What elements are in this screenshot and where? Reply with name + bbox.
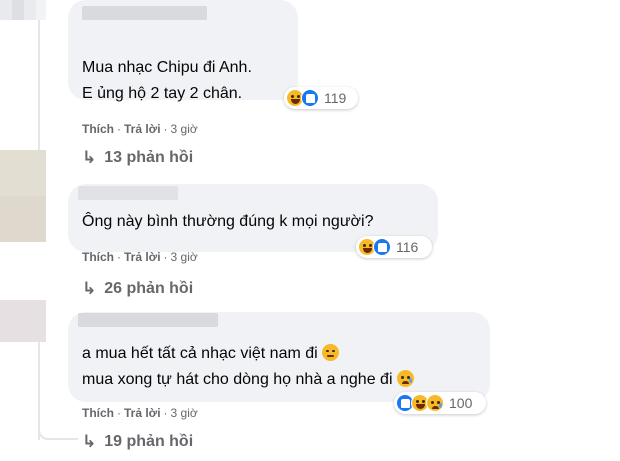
timestamp[interactable]: 3 giờ bbox=[171, 406, 198, 420]
view-replies-link[interactable]: ↳ 19 phản hồi bbox=[82, 432, 193, 452]
comment-actions: Thích · Trả lời · 3 giờ bbox=[82, 250, 198, 264]
comment-text-line: a mua hết tất cả nhạc việt nam đi bbox=[82, 344, 339, 364]
comment-text-line: Ông này bình thường đúng k mọi người? bbox=[82, 213, 374, 230]
reaction-summary[interactable]: 119 bbox=[284, 87, 358, 109]
comment-text: a mua hết tất cả nhạc việt nam đi bbox=[82, 345, 318, 362]
comment-text: mua xong tự hát cho dòng họ nhà a nghe đ… bbox=[82, 371, 393, 388]
reaction-count: 116 bbox=[396, 239, 419, 255]
author-name-blurred[interactable] bbox=[78, 313, 218, 327]
reply-link[interactable]: Trả lời bbox=[124, 250, 161, 264]
reply-arrow-icon: ↳ bbox=[82, 279, 97, 298]
thread-line bbox=[38, 0, 40, 150]
reaction-count: 119 bbox=[324, 90, 347, 106]
reply-arrow-icon: ↳ bbox=[82, 432, 97, 451]
reaction-summary[interactable]: 100 bbox=[394, 392, 486, 414]
replies-count-label: 26 phản hồi bbox=[104, 280, 194, 297]
comment-text-line: Mua nhạc Chipu đi Anh. bbox=[82, 59, 252, 76]
like-icon bbox=[301, 89, 319, 107]
avatar[interactable] bbox=[0, 150, 46, 242]
reaction-summary[interactable]: 116 bbox=[356, 236, 432, 258]
timestamp[interactable]: 3 giờ bbox=[171, 250, 198, 264]
like-link[interactable]: Thích bbox=[82, 122, 114, 136]
like-icon bbox=[373, 238, 391, 256]
avatar[interactable] bbox=[0, 300, 46, 342]
view-replies-link[interactable]: ↳ 13 phản hồi bbox=[82, 148, 193, 168]
comment-text-line: E ủng hộ 2 tay 2 chân. bbox=[82, 85, 243, 102]
reply-link[interactable]: Trả lời bbox=[124, 406, 161, 420]
comment-text-line: mua xong tự hát cho dòng họ nhà a nghe đ… bbox=[82, 370, 414, 390]
reply-arrow-icon: ↳ bbox=[82, 148, 97, 167]
author-name-blurred[interactable] bbox=[82, 6, 207, 20]
like-link[interactable]: Thích bbox=[82, 250, 114, 264]
avatar[interactable] bbox=[0, 0, 46, 20]
reply-link[interactable]: Trả lời bbox=[124, 122, 161, 136]
thread-corner bbox=[38, 420, 78, 440]
sad-tear-face-icon bbox=[396, 370, 414, 387]
timestamp[interactable]: 3 giờ bbox=[171, 122, 198, 136]
disappointed-face-icon bbox=[321, 344, 339, 361]
like-link[interactable]: Thích bbox=[82, 406, 114, 420]
view-replies-link[interactable]: ↳ 26 phản hồi bbox=[82, 279, 193, 299]
sad-icon bbox=[426, 394, 444, 412]
reaction-count: 100 bbox=[449, 395, 473, 411]
replies-count-label: 19 phản hồi bbox=[104, 433, 194, 450]
replies-count-label: 13 phản hồi bbox=[104, 149, 194, 166]
author-name-blurred[interactable] bbox=[78, 186, 178, 200]
comment-actions: Thích · Trả lời · 3 giờ bbox=[82, 406, 198, 420]
comment-actions: Thích · Trả lời · 3 giờ bbox=[82, 122, 198, 136]
